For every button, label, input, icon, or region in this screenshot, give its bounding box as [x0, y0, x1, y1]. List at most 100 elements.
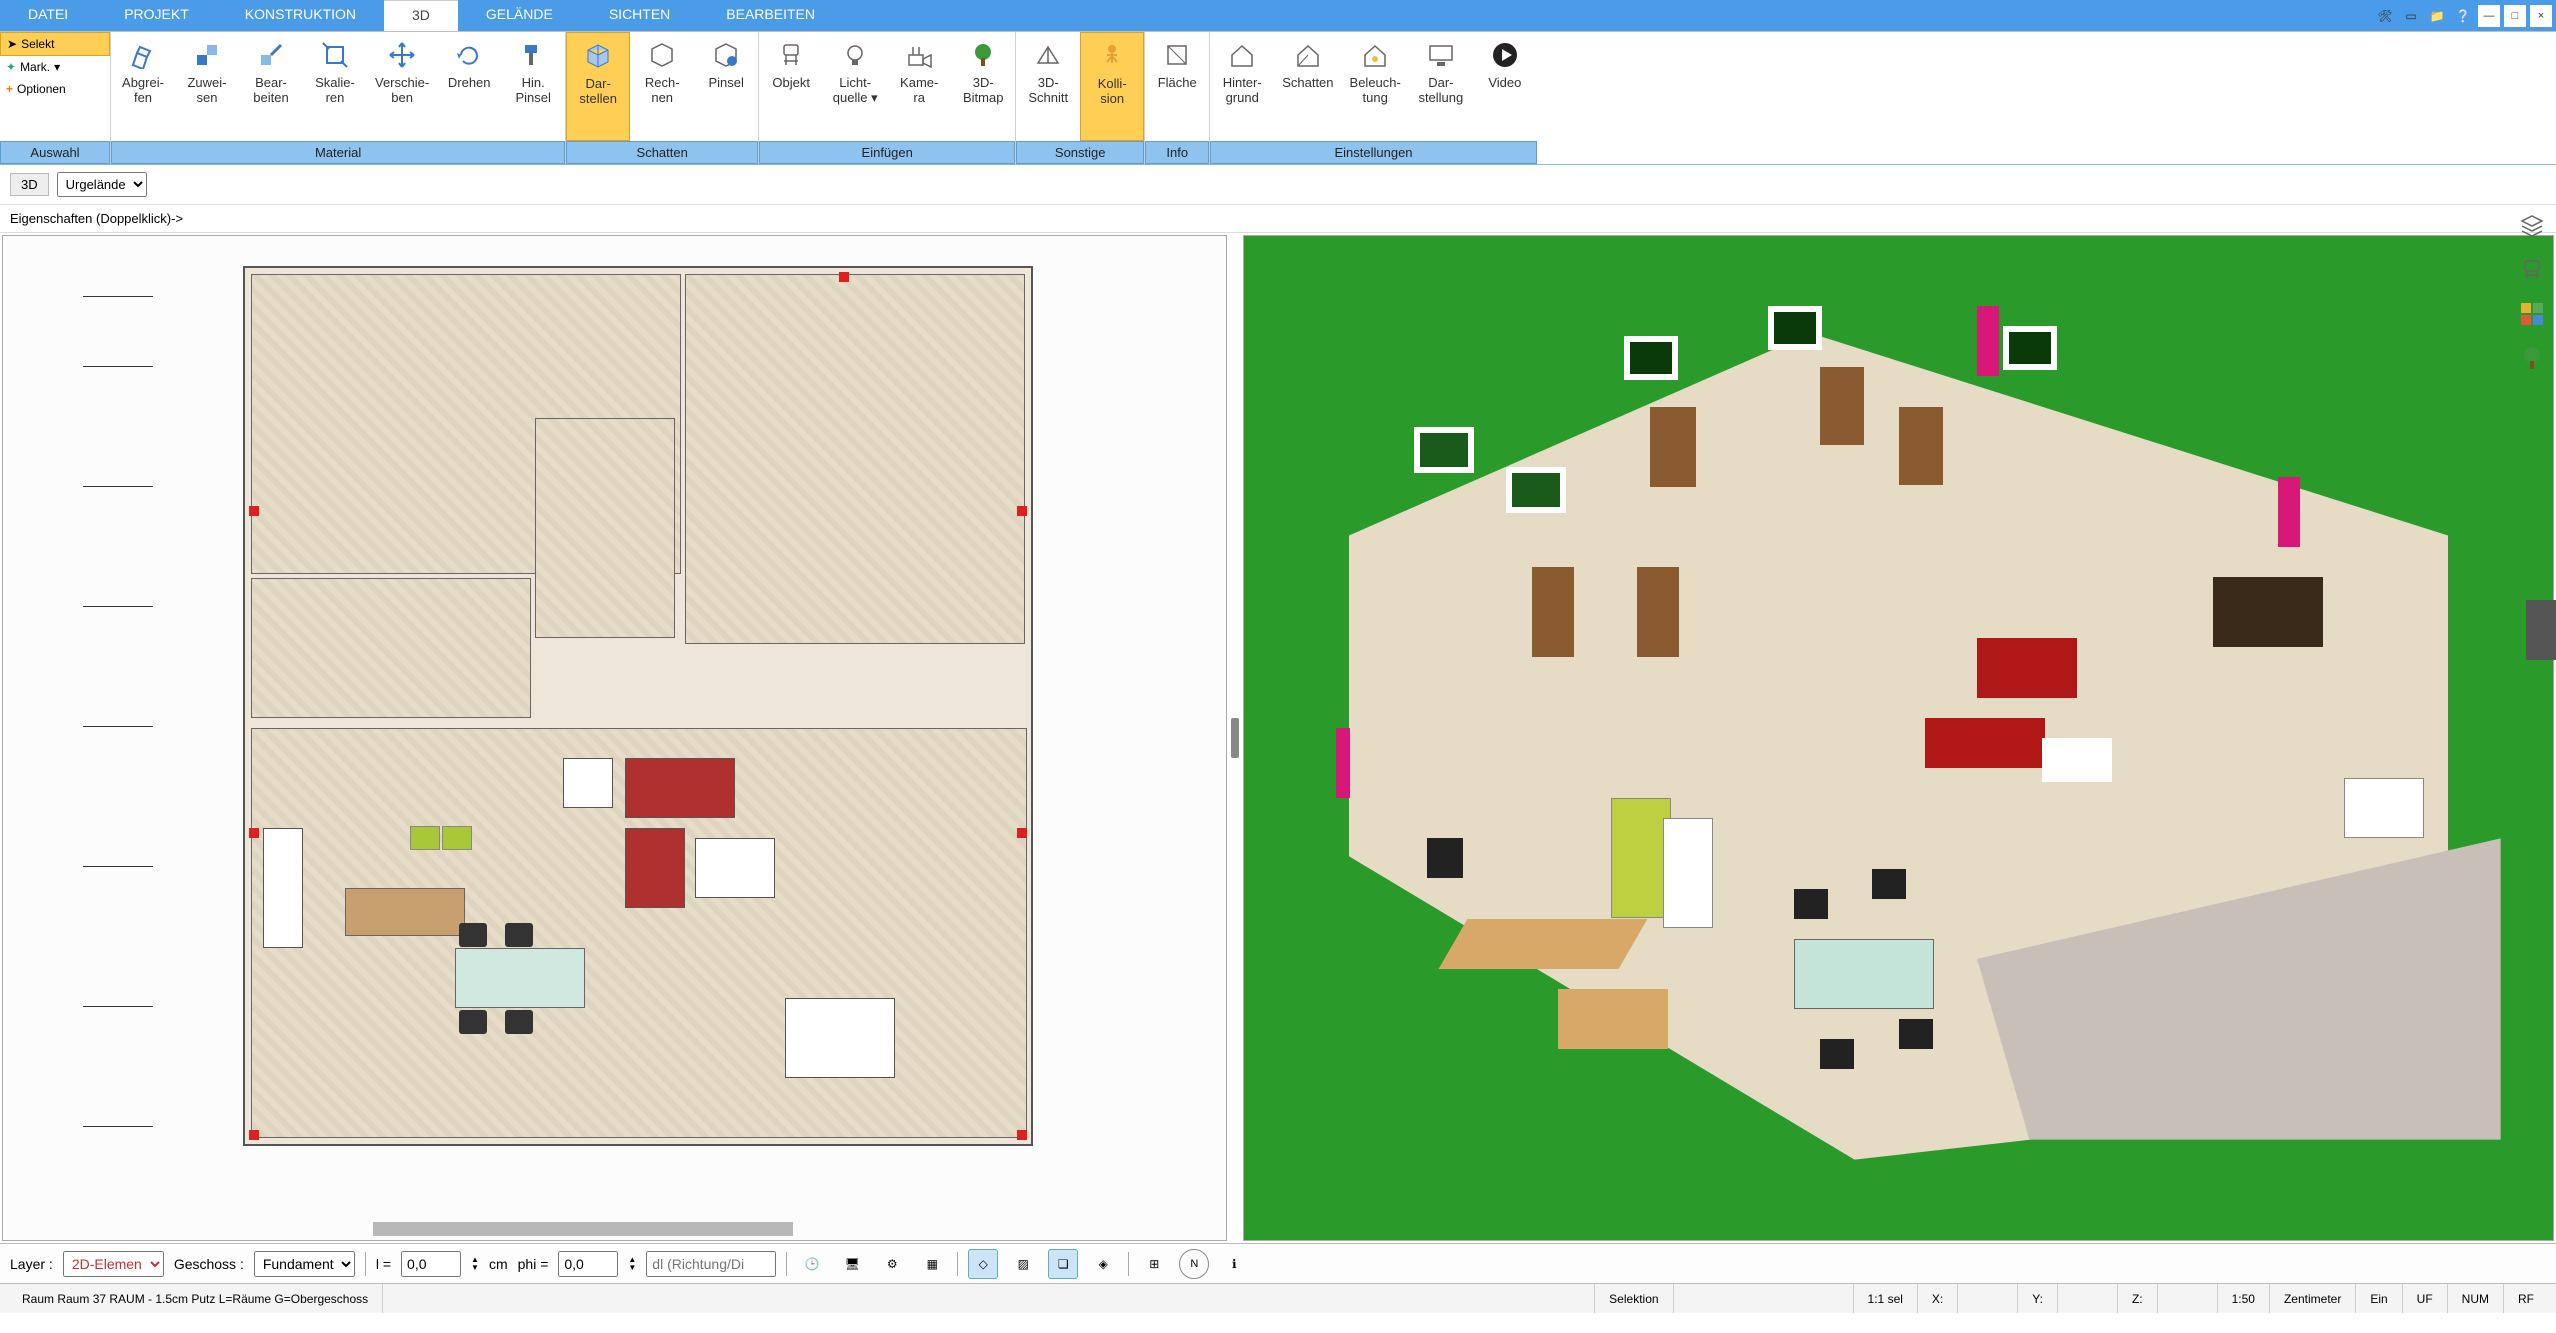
- assign-icon: [190, 38, 224, 72]
- dimension-column-right: [1026, 266, 1166, 1150]
- select-button[interactable]: ➤ Selekt: [0, 32, 110, 56]
- info-icon[interactable]: ℹ: [1219, 1249, 1249, 1279]
- snap-layers-icon[interactable]: ❏: [1048, 1249, 1078, 1279]
- ribbon-item-label: Beleuch-tung: [1350, 76, 1401, 106]
- length-input[interactable]: [401, 1251, 461, 1277]
- tab-sichten[interactable]: SICHTEN: [581, 0, 698, 31]
- wall-accent: [2278, 477, 2300, 547]
- properties-hint[interactable]: Eigenschaften (Doppelklick)->: [0, 205, 2556, 233]
- tab-bearbeiten[interactable]: BEARBEITEN: [698, 0, 843, 31]
- ribbon-item-label: Objekt: [772, 76, 810, 91]
- optionen-button[interactable]: + Optionen: [0, 78, 110, 100]
- monitor-icon[interactable]: 🖥: [837, 1249, 867, 1279]
- tool-icon[interactable]: 🛠: [2374, 5, 2396, 27]
- ribbon-item-label: Fläche: [1158, 76, 1197, 91]
- ribbon-item-label: Dar-stellen: [579, 77, 617, 107]
- tab-projekt[interactable]: PROJEKT: [96, 0, 217, 31]
- dining-chair: [1872, 869, 1906, 899]
- ribbon-item-pinsel[interactable]: Pinsel: [694, 32, 758, 141]
- snap-plane-icon[interactable]: ◇: [968, 1249, 998, 1279]
- viewport-3d[interactable]: [1243, 235, 2554, 1241]
- ribbon-group-einfügen: ObjektLicht-quelle ▾Kame-ra3D-BitmapEinf…: [758, 32, 1015, 164]
- ribbon-item-kollision[interactable]: Kolli-sion: [1080, 32, 1144, 141]
- ribbon-item-kamera[interactable]: Kame-ra: [887, 32, 951, 141]
- area-icon: [1160, 38, 1194, 72]
- tab-konstruktion[interactable]: KONSTRUKTION: [217, 0, 384, 31]
- ribbon-item-label: Bear-beiten: [253, 76, 288, 106]
- tree-tool-icon[interactable]: [2516, 342, 2548, 374]
- layers-toggle-icon[interactable]: ▦: [917, 1249, 947, 1279]
- tab-gelaende[interactable]: GELÄNDE: [458, 0, 581, 31]
- spinner-icon[interactable]: ▲▼: [628, 1256, 636, 1272]
- status-x: X:: [1917, 1284, 1957, 1313]
- snap-diamond-icon[interactable]: ◈: [1088, 1249, 1118, 1279]
- north-icon[interactable]: N: [1179, 1249, 1209, 1279]
- ribbon-item-label: Abgrei-fen: [122, 76, 164, 106]
- terrain-select[interactable]: Urgelände: [57, 172, 147, 197]
- bulb-icon: [838, 38, 872, 72]
- tree-icon: [966, 38, 1000, 72]
- pane-divider[interactable]: [1229, 233, 1241, 1243]
- mark-button[interactable]: ✦ Mark. ▾: [0, 56, 110, 78]
- ribbon-item-hinpinsel[interactable]: Hin.Pinsel: [501, 32, 565, 141]
- snap-hatch-icon[interactable]: ▨: [1008, 1249, 1038, 1279]
- ribbon-item-flche[interactable]: Fläche: [1145, 32, 1209, 141]
- tab-3d[interactable]: 3D: [384, 0, 458, 31]
- horizontal-scrollbar[interactable]: [373, 1222, 793, 1236]
- ribbon-item-verschieben[interactable]: Verschie-ben: [367, 32, 437, 141]
- ribbon-item-bearbeiten[interactable]: Bear-beiten: [239, 32, 303, 141]
- ribbon-item-skalieren[interactable]: Skalie-ren: [303, 32, 367, 141]
- side-panel-pull[interactable]: [2526, 600, 2556, 660]
- ribbon-item-label: Hinter-grund: [1223, 76, 1262, 106]
- grid-icon[interactable]: ⊞: [1139, 1249, 1169, 1279]
- ribbon-item-darstellen[interactable]: Dar-stellen: [566, 32, 630, 141]
- ribbon-item-label: Zuwei-sen: [187, 76, 226, 106]
- maximize-button[interactable]: □: [2504, 5, 2526, 27]
- gears-icon[interactable]: ⚙: [877, 1249, 907, 1279]
- ribbon-item-video[interactable]: Video: [1473, 32, 1537, 141]
- ribbon-item-schatten[interactable]: Schatten: [1274, 32, 1341, 141]
- minimize-button[interactable]: —: [2478, 5, 2500, 27]
- scale-icon: [318, 38, 352, 72]
- ribbon-item-label: Skalie-ren: [315, 76, 355, 106]
- house-icon: [1225, 38, 1259, 72]
- ribbon-item-darstellung[interactable]: Dar-stellung: [1409, 32, 1473, 141]
- grip-icon: [1231, 718, 1239, 758]
- camera-icon: [902, 38, 936, 72]
- ribbon-item-label: Hin.Pinsel: [515, 76, 550, 106]
- ribbon-item-zuweisen[interactable]: Zuwei-sen: [175, 32, 239, 141]
- folder-icon[interactable]: 📁: [2426, 5, 2448, 27]
- viewport-2d[interactable]: [2, 235, 1227, 1241]
- ribbon-item-beleuchtung[interactable]: Beleuch-tung: [1342, 32, 1409, 141]
- ribbon-item-lichtquelle[interactable]: Licht-quelle ▾: [823, 32, 887, 141]
- dining-chair: [1820, 1039, 1854, 1069]
- ribbon-item-drehen[interactable]: Drehen: [437, 32, 501, 141]
- close-button[interactable]: ×: [2530, 5, 2552, 27]
- spinner-icon[interactable]: ▲▼: [471, 1256, 479, 1272]
- clock-icon[interactable]: 🕒: [797, 1249, 827, 1279]
- material-palette-icon[interactable]: [2516, 298, 2548, 330]
- phi-input[interactable]: [558, 1251, 618, 1277]
- ribbon-group-label: Material: [111, 141, 565, 164]
- geschoss-select[interactable]: Fundament: [254, 1251, 355, 1277]
- house3-icon: [1358, 38, 1392, 72]
- ribbon-group-material: Abgrei-fen Zuwei-sen Bear-beiten Skalie-ren…: [110, 32, 565, 164]
- monitor-icon: [1424, 38, 1458, 72]
- status-ratio: 1:1 sel: [1853, 1284, 1917, 1313]
- layers-icon[interactable]: [2516, 210, 2548, 242]
- help-icon[interactable]: ❔: [2452, 5, 2474, 27]
- titlebar-right: 🛠 ▭ 📁 ❔ — □ ×: [2374, 0, 2556, 31]
- chair-tool-icon[interactable]: [2516, 254, 2548, 286]
- frame-icon[interactable]: ▭: [2400, 5, 2422, 27]
- tab-datei[interactable]: DATEI: [0, 0, 96, 31]
- layer-select[interactable]: 2D-Elemen: [63, 1251, 164, 1277]
- dl-input[interactable]: [646, 1251, 776, 1277]
- ribbon-item-abgreifen[interactable]: Abgrei-fen: [111, 32, 175, 141]
- ribbon-item-hintergrund[interactable]: Hinter-grund: [1210, 32, 1274, 141]
- ribbon-item-dbitmap[interactable]: 3D-Bitmap: [951, 32, 1015, 141]
- wall-accent: [1977, 306, 1999, 376]
- ribbon-item-rechnen[interactable]: Rech-nen: [630, 32, 694, 141]
- ribbon-item-dschnitt[interactable]: 3D-Schnitt: [1016, 32, 1080, 141]
- ribbon-item-objekt[interactable]: Objekt: [759, 32, 823, 141]
- floorplan[interactable]: [243, 266, 1033, 1146]
